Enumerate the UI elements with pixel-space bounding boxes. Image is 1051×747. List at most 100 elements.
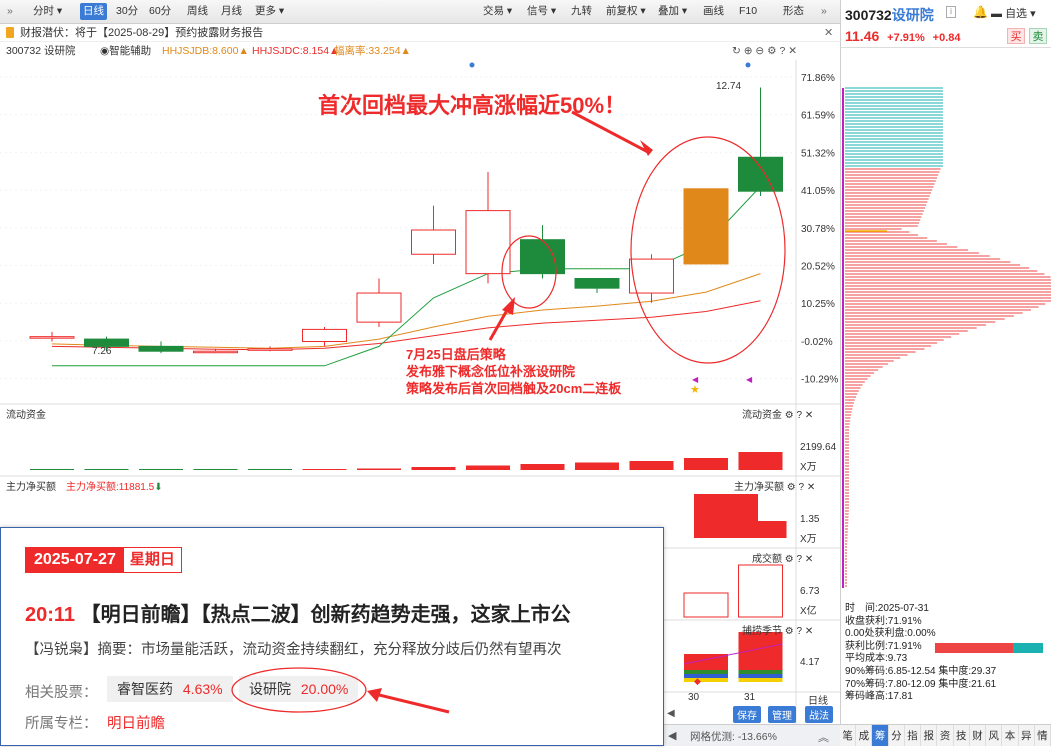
bell-icon[interactable]: 🔔 [973, 5, 988, 19]
price-axis: 71.86% 61.59% 51.32% 41.05% 30.78% 20.52% 10.2… [801, 73, 838, 386]
related-stock-1[interactable]: 睿智医药 4.63% [107, 676, 233, 702]
column-name[interactable]: 明日前瞻 [107, 712, 165, 733]
watchlist-button[interactable]: ▬ 自选 ▾ [991, 5, 1036, 21]
zhuli-bar [738, 521, 787, 538]
tab-ben[interactable]: 本 [1002, 725, 1019, 746]
tab-feng[interactable]: 风 [986, 725, 1003, 746]
price: 11.46 [845, 28, 880, 44]
menu-label: 叠加 [658, 5, 679, 17]
news-date: 2025-07-27 [26, 548, 124, 572]
close-icon[interactable]: ✕ [824, 24, 833, 42]
price-tick: 41.05% [801, 186, 835, 197]
stat-zero: 0.00处获利盘:0.00% [845, 628, 936, 640]
liudong-bars [30, 452, 783, 470]
stat-ratio: 获利比例:71.91% [845, 640, 922, 652]
up-arrow-icon: ▲ [400, 45, 411, 57]
tab-label: 更多 [255, 5, 276, 17]
menu-pattern[interactable]: 形态 [780, 3, 807, 20]
stat-90-d: 集中度:29.37 [938, 665, 997, 677]
buy-button[interactable]: 买 [1007, 28, 1025, 44]
tab-cai[interactable]: 财 [970, 725, 987, 746]
menu-nine[interactable]: 九转 [568, 3, 595, 20]
tab-ji[interactable]: 技 [954, 725, 970, 746]
quote-header: 300732设研院 i 🔔 ▬ 自选 ▾ 11.46 +7.91% +0.84 … [840, 0, 1051, 48]
expand-icon[interactable]: » [818, 3, 830, 20]
tab-zhi[interactable]: 指 [905, 725, 922, 746]
stock-price-row: 11.46 +7.91% +0.84 [845, 28, 961, 44]
indicator-row: 300732 设研院 ◉智能辅助 HHJSJDB:8.600▲ HHJSJDC:… [0, 42, 840, 60]
liudong-bar [84, 469, 129, 470]
tab-zi[interactable]: 资 [937, 725, 954, 746]
assist-toggle[interactable]: ◉智能辅助 [100, 42, 151, 60]
candle-body [302, 328, 347, 343]
earnings-notice: 财报潜伏：将于【2025-08-29】预约披露财务报告 ✕ [0, 24, 840, 42]
stat-90-row: 90%筹码:6.85-12.54 集中度:29.37 [845, 666, 1050, 679]
candle-body [29, 336, 75, 339]
liudong-bar [466, 465, 510, 470]
tab-more[interactable]: 更多 ▾ [252, 3, 287, 20]
sell-button[interactable]: 卖 [1029, 28, 1047, 44]
chevron-left-icon[interactable]: ◀ [667, 708, 675, 719]
tab-bi[interactable]: 笔 [840, 725, 857, 746]
tab-daily[interactable]: 日线 [80, 3, 107, 20]
manage-button[interactable]: 管理 [768, 706, 796, 723]
tab-yi[interactable]: 异 [1019, 725, 1035, 746]
tab-weekly[interactable]: 周线 [184, 3, 211, 20]
stat-avg: 平均成本:9.73 [845, 653, 908, 665]
chevron-up-icon[interactable]: ︽ [818, 729, 829, 745]
high-label: 12.74 [716, 81, 742, 92]
liudong-bar [738, 452, 783, 470]
tab-qing[interactable]: 情 [1035, 725, 1051, 746]
tab-monthly[interactable]: 月线 [218, 3, 245, 20]
candle-body [356, 292, 402, 323]
liudong-bar [357, 468, 401, 470]
season-bar [738, 678, 783, 682]
flag-icon: ◀ [746, 375, 753, 384]
star-icon: ★ [690, 384, 700, 396]
flag-icon: ◀ [692, 375, 699, 384]
menu-overlay[interactable]: 叠加 ▾ [655, 3, 690, 20]
stock-title: 300732设研院 [845, 5, 934, 25]
grid-test[interactable]: 网格优测: -13.66% [690, 729, 777, 744]
candle-body [247, 348, 293, 351]
tab-timeshare[interactable]: 分时 ▾ [30, 3, 65, 20]
menu-f10[interactable]: F10 [736, 3, 760, 20]
tab-cheng[interactable]: 成 [856, 725, 873, 746]
change-amt: +0.84 [932, 32, 961, 44]
radio-icon: ◉ [100, 45, 110, 57]
menu-draw[interactable]: 画线 [700, 3, 727, 20]
news-weekday: 星期日 [129, 551, 175, 568]
headline-annotation: 首次回档最大冲高涨幅近50%！ [318, 93, 627, 118]
price-tick: 30.78% [801, 224, 835, 235]
zhuli-axis: 1.35 [800, 514, 820, 525]
info-icon[interactable]: i [946, 6, 956, 18]
candle-body [411, 229, 456, 255]
hhjsjdb-label: HHJSJDB:8.600▲ [162, 42, 249, 60]
save-button[interactable]: 保存 [733, 706, 761, 723]
volume-label-text: 成交额 [752, 554, 782, 565]
candle-body [138, 345, 184, 352]
menu-adjust[interactable]: 前复权 ▾ [603, 3, 649, 20]
menu-trade[interactable]: 交易 ▾ [480, 3, 515, 20]
news-title: 【明日前瞻】【热点二波】创新药趋势走强，这家上市公 [80, 604, 571, 626]
tab-bao[interactable]: 报 [921, 725, 938, 746]
arrow-icon [502, 297, 515, 315]
stat-profit: 收盘获利:71.91% [845, 615, 922, 627]
menu-signal[interactable]: 信号 ▾ [524, 3, 559, 20]
tab-fen[interactable]: 分 [889, 725, 905, 746]
chevron-left-icon[interactable]: ◀ [668, 729, 676, 742]
tab-30min[interactable]: 30分 [113, 3, 141, 20]
period-button[interactable]: 日线 [808, 692, 828, 707]
zhuli-bars [694, 494, 787, 538]
news-headline[interactable]: 20:11 【明日前瞻】【热点二波】创新药趋势走强，这家上市公 [25, 598, 661, 627]
tab-60min[interactable]: 60分 [146, 3, 174, 20]
liudong-bar [575, 462, 619, 470]
liudong-axis: 2199.64 [800, 442, 837, 453]
strategy-button[interactable]: 战法 [805, 706, 833, 723]
collapse-icon[interactable]: » [4, 3, 16, 20]
news-time: 20:11 [25, 604, 76, 626]
grid-label: 网格优测: [690, 731, 735, 743]
watchlist-label: 自选 [1005, 8, 1028, 20]
chart-tools-icons[interactable]: ↻ ⊕ ⊖ ⚙ ? ✕ [732, 42, 797, 60]
tab-chou[interactable]: 筹 [872, 725, 889, 746]
